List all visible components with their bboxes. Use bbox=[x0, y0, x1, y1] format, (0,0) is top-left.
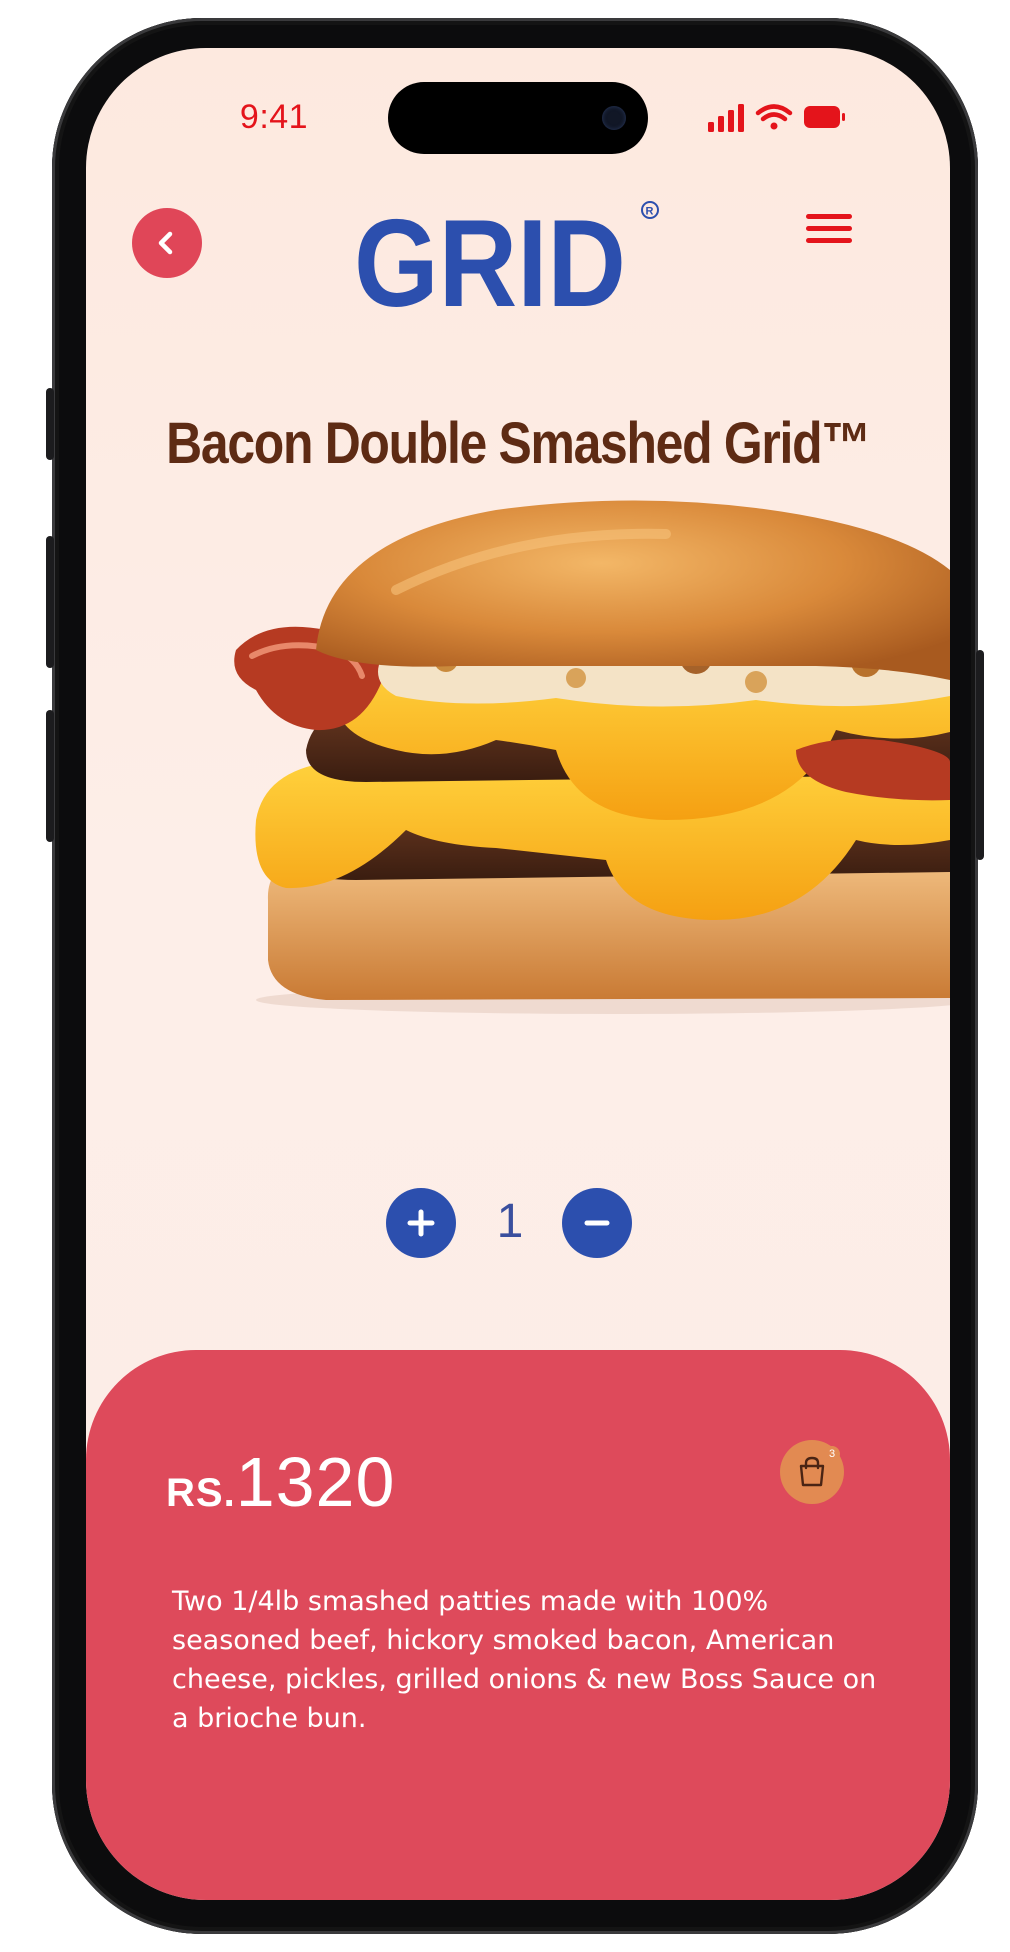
price-amount: 1320 bbox=[235, 1443, 396, 1521]
volume-up-button bbox=[46, 536, 54, 668]
price-currency: RS. bbox=[166, 1471, 236, 1515]
status-icons bbox=[708, 102, 878, 134]
cart-count-badge: 3 bbox=[824, 1446, 840, 1462]
plus-icon bbox=[407, 1209, 435, 1237]
brand-logo[interactable]: GRID R bbox=[354, 195, 694, 333]
brand-logo-text: GRID bbox=[354, 196, 626, 314]
price: RS.1320 bbox=[166, 1442, 395, 1522]
registered-mark: R bbox=[646, 206, 654, 218]
quantity-value: 1 bbox=[496, 1195, 524, 1248]
menu-button[interactable] bbox=[802, 206, 856, 252]
burger-image bbox=[196, 500, 950, 1020]
hamburger-menu-icon bbox=[806, 214, 852, 243]
cellular-signal-icon bbox=[708, 104, 744, 132]
back-button[interactable] bbox=[132, 208, 202, 278]
status-time: 9:41 bbox=[239, 98, 309, 136]
battery-icon bbox=[804, 106, 845, 128]
app-screen: 9:41 GRID R Bacon Double Smashed Grid™ 1… bbox=[86, 48, 950, 1900]
quantity-increase-button[interactable] bbox=[386, 1188, 456, 1258]
product-description: Two 1/4lb smashed patties made with 100%… bbox=[172, 1586, 877, 1734]
front-camera bbox=[602, 106, 626, 130]
chevron-left-icon bbox=[158, 231, 173, 255]
power-button bbox=[976, 650, 984, 860]
minus-icon bbox=[584, 1220, 610, 1226]
wifi-icon bbox=[755, 104, 793, 130]
quantity-decrease-button[interactable] bbox=[562, 1188, 632, 1258]
mute-switch bbox=[46, 388, 54, 460]
cart-button[interactable]: 3 bbox=[780, 1440, 844, 1504]
dynamic-island bbox=[388, 82, 648, 154]
shopping-bag-icon bbox=[799, 1456, 825, 1487]
price-card: RS.1320 3 Two 1/4lb smashed patties made… bbox=[86, 1350, 950, 1900]
volume-down-button bbox=[46, 710, 54, 842]
product-title: Bacon Double Smashed Grid™ bbox=[166, 411, 871, 476]
